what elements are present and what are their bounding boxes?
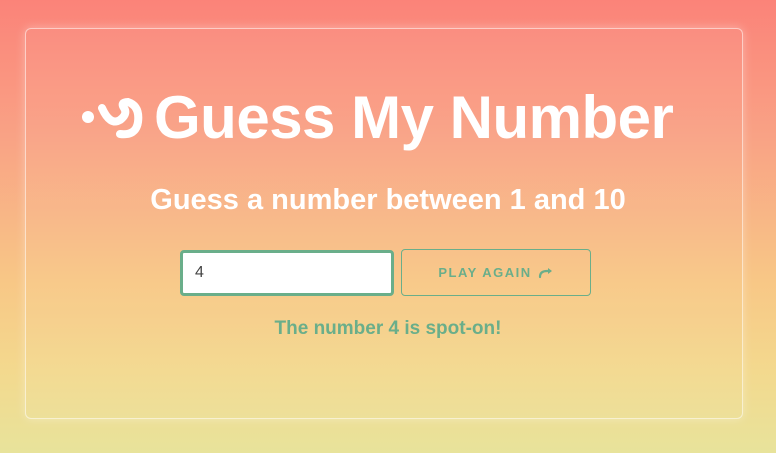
- result-message: The number 4 is spot-on!: [274, 318, 502, 339]
- wavy-dot-logo-icon: [82, 97, 143, 139]
- instructions-subtitle: Guess a number between 1 and 10: [150, 184, 626, 216]
- redo-arrow-icon: [538, 267, 552, 278]
- page-title: Guess My Number: [80, 83, 674, 151]
- play-again-button[interactable]: PLAY AGAIN: [401, 249, 591, 296]
- play-again-label: PLAY AGAIN: [438, 265, 532, 280]
- title-text: Guess My Number: [154, 83, 674, 151]
- guess-input[interactable]: [180, 250, 394, 296]
